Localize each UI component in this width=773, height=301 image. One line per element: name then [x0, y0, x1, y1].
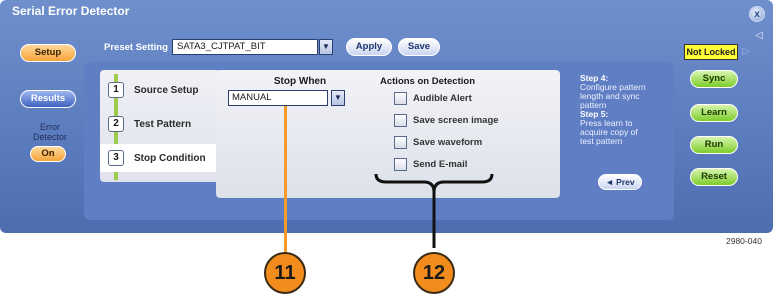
actions-on-detection-title: Actions on Detection [380, 76, 476, 87]
audible-alert-checkbox[interactable]: Audible Alert [394, 92, 472, 105]
reset-button[interactable]: Reset [690, 168, 738, 186]
save-screen-image-checkbox[interactable]: Save screen image [394, 114, 499, 127]
figure-code: 2980-040 [726, 236, 762, 246]
error-detector-label: Error Detector [32, 122, 67, 142]
save-button[interactable]: Save [398, 38, 440, 56]
checkbox-box[interactable] [394, 114, 407, 127]
sync-button[interactable]: Sync [690, 70, 738, 88]
learn-button[interactable]: Learn [690, 104, 738, 122]
step-number: 3 [108, 150, 124, 166]
step-hint: Step 4: Configure pattern length and syn… [580, 74, 650, 146]
step-number: 1 [108, 82, 124, 98]
checkbox-label: Save screen image [413, 115, 499, 126]
callout-11: 11 [264, 252, 306, 294]
callout-12: 12 [413, 252, 455, 294]
step-source-setup[interactable]: 1 Source Setup [108, 80, 198, 100]
stop-when-select[interactable]: MANUAL [228, 90, 328, 106]
collapse-arrow-icon[interactable]: ◁ [755, 30, 763, 41]
checkbox-box[interactable] [394, 92, 407, 105]
close-icon[interactable]: x [749, 6, 765, 22]
step-test-pattern[interactable]: 2 Test Pattern [108, 114, 191, 134]
preset-dropdown-icon[interactable]: ▼ [319, 39, 333, 55]
step-label: Source Setup [134, 84, 199, 96]
run-button[interactable]: Run [690, 136, 738, 154]
preset-setting-select[interactable]: SATA3_CJTPAT_BIT [172, 39, 318, 55]
results-button[interactable]: Results [20, 90, 76, 108]
error-detector-on-toggle[interactable]: On [30, 146, 66, 162]
step-number: 2 [108, 116, 124, 132]
side-arrow-icon[interactable]: ▷ [742, 46, 750, 57]
prev-button[interactable]: ◄ Prev [598, 174, 642, 190]
actions-brace [374, 173, 494, 248]
preset-setting-label: Preset Setting [104, 42, 168, 53]
step4-text: Configure pattern length and sync patter… [580, 82, 646, 110]
apply-button[interactable]: Apply [346, 38, 392, 56]
step-label: Test Pattern [134, 118, 192, 130]
checkbox-label: Send E-mail [413, 159, 468, 170]
save-waveform-checkbox[interactable]: Save waveform [394, 136, 482, 149]
stop-when-title: Stop When [273, 76, 327, 87]
lock-status-badge: Not Locked [684, 44, 738, 60]
stop-when-dropdown-icon[interactable]: ▼ [331, 90, 345, 106]
step5-text: Press learn to acquire copy of test patt… [580, 118, 638, 146]
step-stop-condition[interactable]: 3 Stop Condition [100, 144, 230, 172]
setup-button[interactable]: Setup [20, 44, 76, 62]
callout-line-11 [284, 106, 287, 254]
checkbox-label: Save waveform [413, 137, 483, 148]
checkbox-label: Audible Alert [413, 93, 472, 104]
checkbox-box[interactable] [394, 136, 407, 149]
step-label: Stop Condition [134, 152, 206, 164]
window-title: Serial Error Detector [12, 4, 130, 18]
